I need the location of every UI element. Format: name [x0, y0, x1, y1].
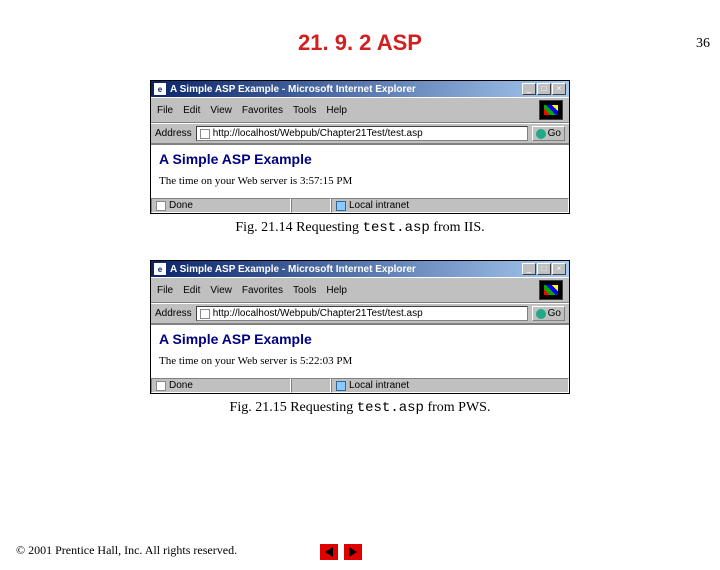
maximize-button[interactable]: □	[537, 83, 551, 95]
menubar: File Edit View Favorites Tools Help	[151, 97, 569, 123]
status-mid	[291, 378, 331, 393]
caption-post: from PWS.	[424, 400, 491, 415]
menu-edit[interactable]: Edit	[183, 285, 200, 296]
caption-pre: Fig. 21.14 Requesting	[235, 220, 362, 235]
go-button[interactable]: Go	[532, 306, 565, 321]
titlebar: e A Simple ASP Example - Microsoft Inter…	[151, 81, 569, 97]
address-input[interactable]: http://localhost/Webpub/Chapter21Test/te…	[196, 306, 528, 321]
caption-code: test.asp	[357, 400, 424, 416]
menubar: File Edit View Favorites Tools Help	[151, 277, 569, 303]
minimize-button[interactable]: _	[522, 263, 536, 275]
document-icon	[156, 201, 166, 211]
status-left: Done	[151, 378, 291, 393]
browser-window: e A Simple ASP Example - Microsoft Inter…	[150, 80, 570, 214]
browser-window: e A Simple ASP Example - Microsoft Inter…	[150, 260, 570, 394]
menu-file[interactable]: File	[157, 105, 173, 116]
menu-tools[interactable]: Tools	[293, 105, 316, 116]
triangle-left-icon	[325, 547, 333, 557]
page-body-text: The time on your Web server is 5:22:03 P…	[159, 355, 561, 367]
status-zone: Local intranet	[331, 378, 569, 393]
go-icon	[536, 129, 546, 139]
next-slide-button[interactable]	[344, 544, 362, 560]
caption-post: from IIS.	[430, 220, 485, 235]
menu-file[interactable]: File	[157, 285, 173, 296]
ie-icon: e	[154, 263, 166, 275]
document-icon	[156, 381, 166, 391]
status-zone-text: Local intranet	[349, 380, 409, 391]
intranet-icon	[336, 201, 346, 211]
status-left: Done	[151, 198, 291, 213]
menu-help[interactable]: Help	[326, 285, 347, 296]
throbber-icon	[539, 100, 563, 120]
menu-tools[interactable]: Tools	[293, 285, 316, 296]
menu-view[interactable]: View	[210, 105, 232, 116]
copyright: © 2001 Prentice Hall, Inc. All rights re…	[16, 543, 237, 558]
address-bar: Address http://localhost/Webpub/Chapter2…	[151, 123, 569, 144]
status-done: Done	[169, 380, 193, 391]
close-button[interactable]: ×	[552, 263, 566, 275]
address-bar: Address http://localhost/Webpub/Chapter2…	[151, 303, 569, 324]
figure-1: e A Simple ASP Example - Microsoft Inter…	[0, 80, 720, 214]
address-label: Address	[155, 128, 192, 139]
menu-favorites[interactable]: Favorites	[242, 285, 283, 296]
statusbar: Done Local intranet	[151, 377, 569, 393]
page-content: A Simple ASP Example The time on your We…	[151, 324, 569, 377]
go-button[interactable]: Go	[532, 126, 565, 141]
page-heading: A Simple ASP Example	[159, 331, 561, 347]
address-label: Address	[155, 308, 192, 319]
caption-code: test.asp	[363, 220, 430, 236]
page-number: 36	[696, 36, 710, 52]
url-text: http://localhost/Webpub/Chapter21Test/te…	[213, 128, 423, 139]
page-content: A Simple ASP Example The time on your We…	[151, 144, 569, 197]
minimize-button[interactable]: _	[522, 83, 536, 95]
menu-help[interactable]: Help	[326, 105, 347, 116]
page-heading: A Simple ASP Example	[159, 151, 561, 167]
page-icon	[200, 129, 210, 139]
go-label: Go	[548, 308, 561, 319]
close-button[interactable]: ×	[552, 83, 566, 95]
status-zone-text: Local intranet	[349, 200, 409, 211]
window-title: A Simple ASP Example - Microsoft Interne…	[170, 264, 518, 275]
window-title: A Simple ASP Example - Microsoft Interne…	[170, 84, 518, 95]
menu-view[interactable]: View	[210, 285, 232, 296]
status-zone: Local intranet	[331, 198, 569, 213]
throbber-icon	[539, 280, 563, 300]
status-done: Done	[169, 200, 193, 211]
caption-pre: Fig. 21.15 Requesting	[230, 400, 357, 415]
page-body-text: The time on your Web server is 3:57:15 P…	[159, 175, 561, 187]
go-icon	[536, 309, 546, 319]
triangle-right-icon	[349, 547, 357, 557]
figure-1-caption: Fig. 21.14 Requesting test.asp from IIS.	[0, 220, 720, 236]
address-input[interactable]: http://localhost/Webpub/Chapter21Test/te…	[196, 126, 528, 141]
status-mid	[291, 198, 331, 213]
figure-2: e A Simple ASP Example - Microsoft Inter…	[0, 260, 720, 394]
go-label: Go	[548, 128, 561, 139]
url-text: http://localhost/Webpub/Chapter21Test/te…	[213, 308, 423, 319]
intranet-icon	[336, 381, 346, 391]
statusbar: Done Local intranet	[151, 197, 569, 213]
menu-edit[interactable]: Edit	[183, 105, 200, 116]
menu-favorites[interactable]: Favorites	[242, 105, 283, 116]
nav-buttons	[320, 544, 362, 560]
titlebar: e A Simple ASP Example - Microsoft Inter…	[151, 261, 569, 277]
section-title: 21. 9. 2 ASP	[0, 30, 720, 56]
maximize-button[interactable]: □	[537, 263, 551, 275]
page-icon	[200, 309, 210, 319]
figure-2-caption: Fig. 21.15 Requesting test.asp from PWS.	[0, 400, 720, 416]
ie-icon: e	[154, 83, 166, 95]
prev-slide-button[interactable]	[320, 544, 338, 560]
